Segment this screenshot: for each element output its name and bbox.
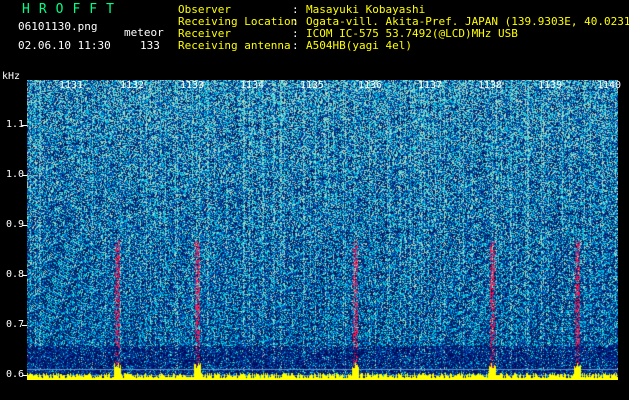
meteor-count: 133 [140,39,160,52]
y-tick-label: 0.8 [5,269,24,280]
x-tick-label: 1134 [240,80,265,91]
x-tick-label: 1139 [538,80,563,91]
x-tick-label: 1131 [59,80,84,91]
observer-label: Observer [178,3,231,16]
y-tick-label: 0.6 [5,369,24,380]
colon-separator: : [292,39,299,52]
y-axis-unit: kHz [2,71,21,82]
receiver-value: ICOM IC-575 53.7492(@LCD)MHz USB [306,27,518,40]
y-tick-label: 1.0 [5,169,24,180]
spectrogram-canvas [27,80,618,380]
colon-separator: : [292,15,299,28]
observation-datetime: 02.06.10 11:30 [18,39,111,52]
location-label: Receiving Location [178,15,298,28]
antenna-label: Receiving antenna [178,39,291,52]
x-tick-label: 1138 [478,80,503,91]
x-tick-label: 1137 [418,80,443,91]
y-tick-label: 0.9 [5,219,24,230]
antenna-value: A504HB(yagi 4el) [306,39,412,52]
colon-separator: : [292,3,299,16]
x-tick-label: 1140 [597,80,622,91]
spectrogram-plot [27,80,618,380]
observer-value: Masayuki Kobayashi [306,3,426,16]
x-tick-label: 1133 [180,80,205,91]
x-tick-label: 1136 [358,80,383,91]
image-filename: 06101130.png [18,20,98,33]
location-value: Ogata-vill. Akita-Pref. JAPAN (139.9303E… [306,15,629,28]
x-tick-label: 1132 [120,80,145,91]
receiver-label: Receiver [178,27,231,40]
meteor-label: meteor [124,26,164,39]
y-tick-label: 0.7 [5,319,24,330]
y-tick-label: 1.1 [5,119,24,130]
x-tick-label: 1135 [300,80,325,91]
colon-separator: : [292,27,299,40]
app-logo: HROFFT [22,2,123,17]
